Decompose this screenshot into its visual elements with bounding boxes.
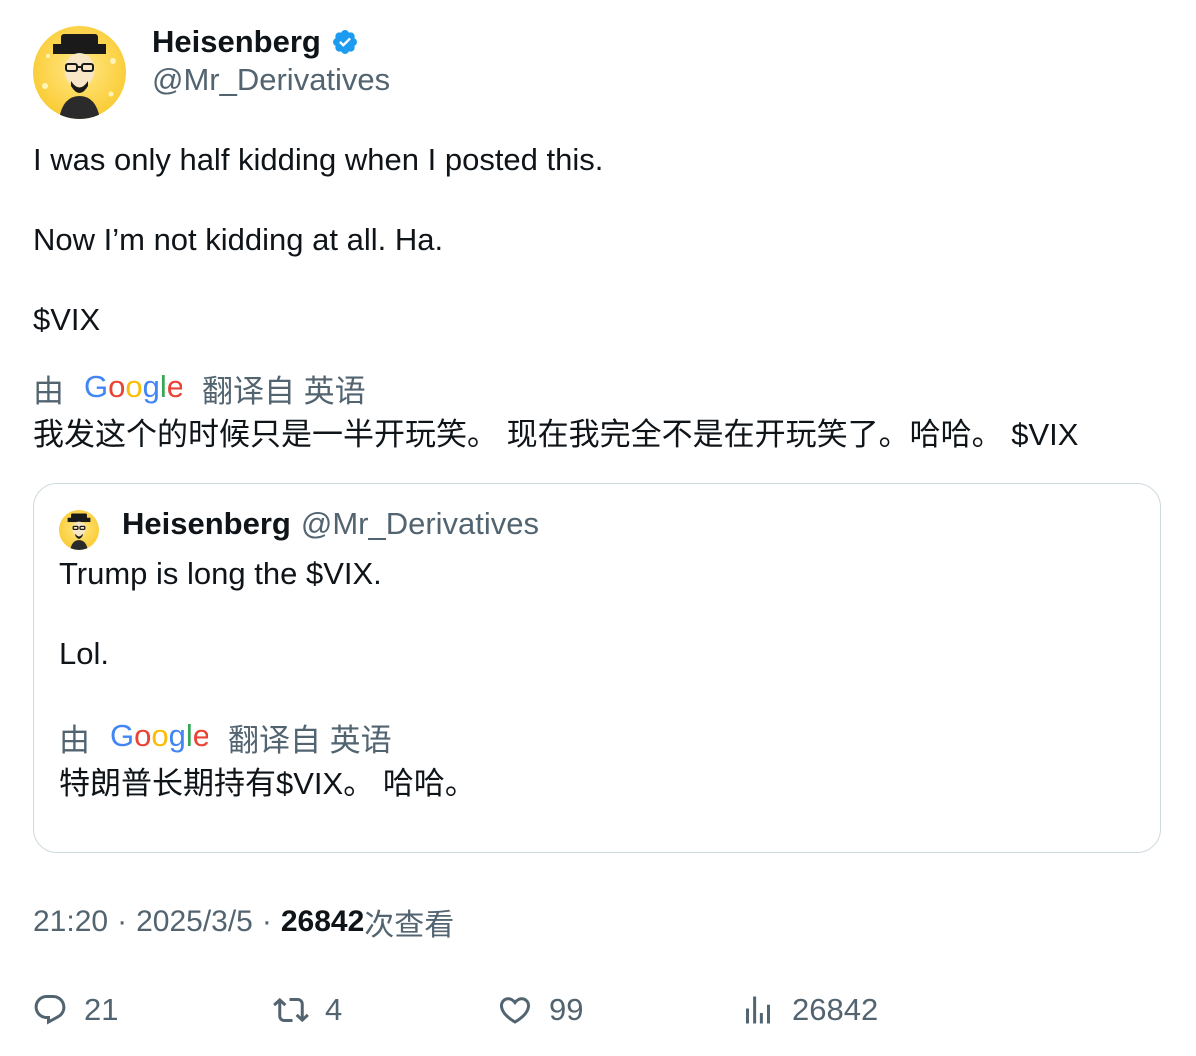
action-bar: 21 4 99 26842: [0, 988, 1196, 1032]
cashtag-link[interactable]: $VIX: [33, 300, 1163, 340]
quoted-tweet-card[interactable]: Heisenberg @Mr_Derivatives Trump is long…: [33, 483, 1161, 853]
retweet-icon: [273, 997, 309, 1023]
tweet-translation: 我发这个的时候只是一半开玩笑。 现在我完全不是在开玩笑了。哈哈。 $VIX: [33, 417, 1079, 452]
svg-text:Google: Google: [110, 720, 208, 753]
verified-badge-icon: [332, 30, 357, 54]
quoted-author-name: Heisenberg: [122, 506, 291, 541]
like-button[interactable]: 99: [497, 988, 583, 1032]
meta-separator: ·: [261, 905, 272, 938]
retweet-count: 4: [325, 992, 343, 1027]
quoted-paragraph: Trump is long the $VIX.: [59, 556, 382, 591]
quoted-tweet-text: Trump is long the $VIX. Lol.: [59, 554, 1139, 714]
translated-by-label: 由 Google 翻译自 英语: [33, 367, 366, 409]
like-icon: [499, 997, 531, 1024]
tweet-meta: 21:20 · 2025/3/5 · 26842 次查看: [33, 902, 454, 942]
quoted-author-row: Heisenberg @Mr_Derivatives: [122, 504, 539, 544]
heisenberg-avatar-icon: [67, 513, 91, 550]
reply-icon: [34, 995, 66, 1025]
svg-text:Google: Google: [84, 371, 182, 404]
quoted-author-avatar: [59, 510, 99, 550]
author-handle[interactable]: @Mr_Derivatives: [152, 62, 390, 98]
quoted-translation: 特朗普长期持有$VIX。 哈哈。: [59, 766, 476, 801]
tweet-paragraph: I was only half kidding when I posted th…: [33, 142, 604, 177]
tweet-date[interactable]: 2025/3/5: [136, 905, 253, 939]
tweet-time[interactable]: 21:20: [33, 905, 108, 939]
like-count: 99: [549, 992, 584, 1027]
google-logo-icon: Google: [110, 720, 208, 753]
tweet-text: I was only half kidding when I posted th…: [33, 140, 1163, 340]
heisenberg-avatar-icon: [42, 34, 116, 119]
retweet-button[interactable]: 4: [273, 988, 342, 1032]
translated-suffix: 翻译自 英语: [228, 722, 392, 758]
reply-button[interactable]: 21: [32, 988, 118, 1032]
quoted-author-handle: @Mr_Derivatives: [300, 506, 540, 541]
views-icon: [746, 996, 770, 1024]
author-avatar[interactable]: [33, 26, 126, 119]
views-label: 次查看: [364, 909, 455, 942]
meta-separator: ·: [117, 905, 128, 938]
views-button[interactable]: 26842: [740, 988, 878, 1032]
views-action-count: 26842: [792, 992, 879, 1027]
google-logo-icon: Google: [84, 371, 182, 404]
author-name[interactable]: Heisenberg: [152, 24, 321, 60]
tweet-paragraph: Now I’m not kidding at all. Ha.: [33, 222, 444, 257]
quoted-paragraph: Lol.: [59, 636, 109, 671]
translated-suffix: 翻译自 英语: [202, 373, 366, 409]
views-count: 26842: [280, 905, 365, 938]
tweet-header: Heisenberg @Mr_Derivatives: [33, 22, 1133, 122]
translated-prefix: 由: [59, 722, 90, 758]
translated-prefix: 由: [33, 373, 64, 409]
quoted-translated-by-label: 由 Google 翻译自 英语: [59, 716, 392, 758]
author-name-row[interactable]: Heisenberg: [152, 22, 359, 62]
reply-count: 21: [84, 992, 119, 1027]
